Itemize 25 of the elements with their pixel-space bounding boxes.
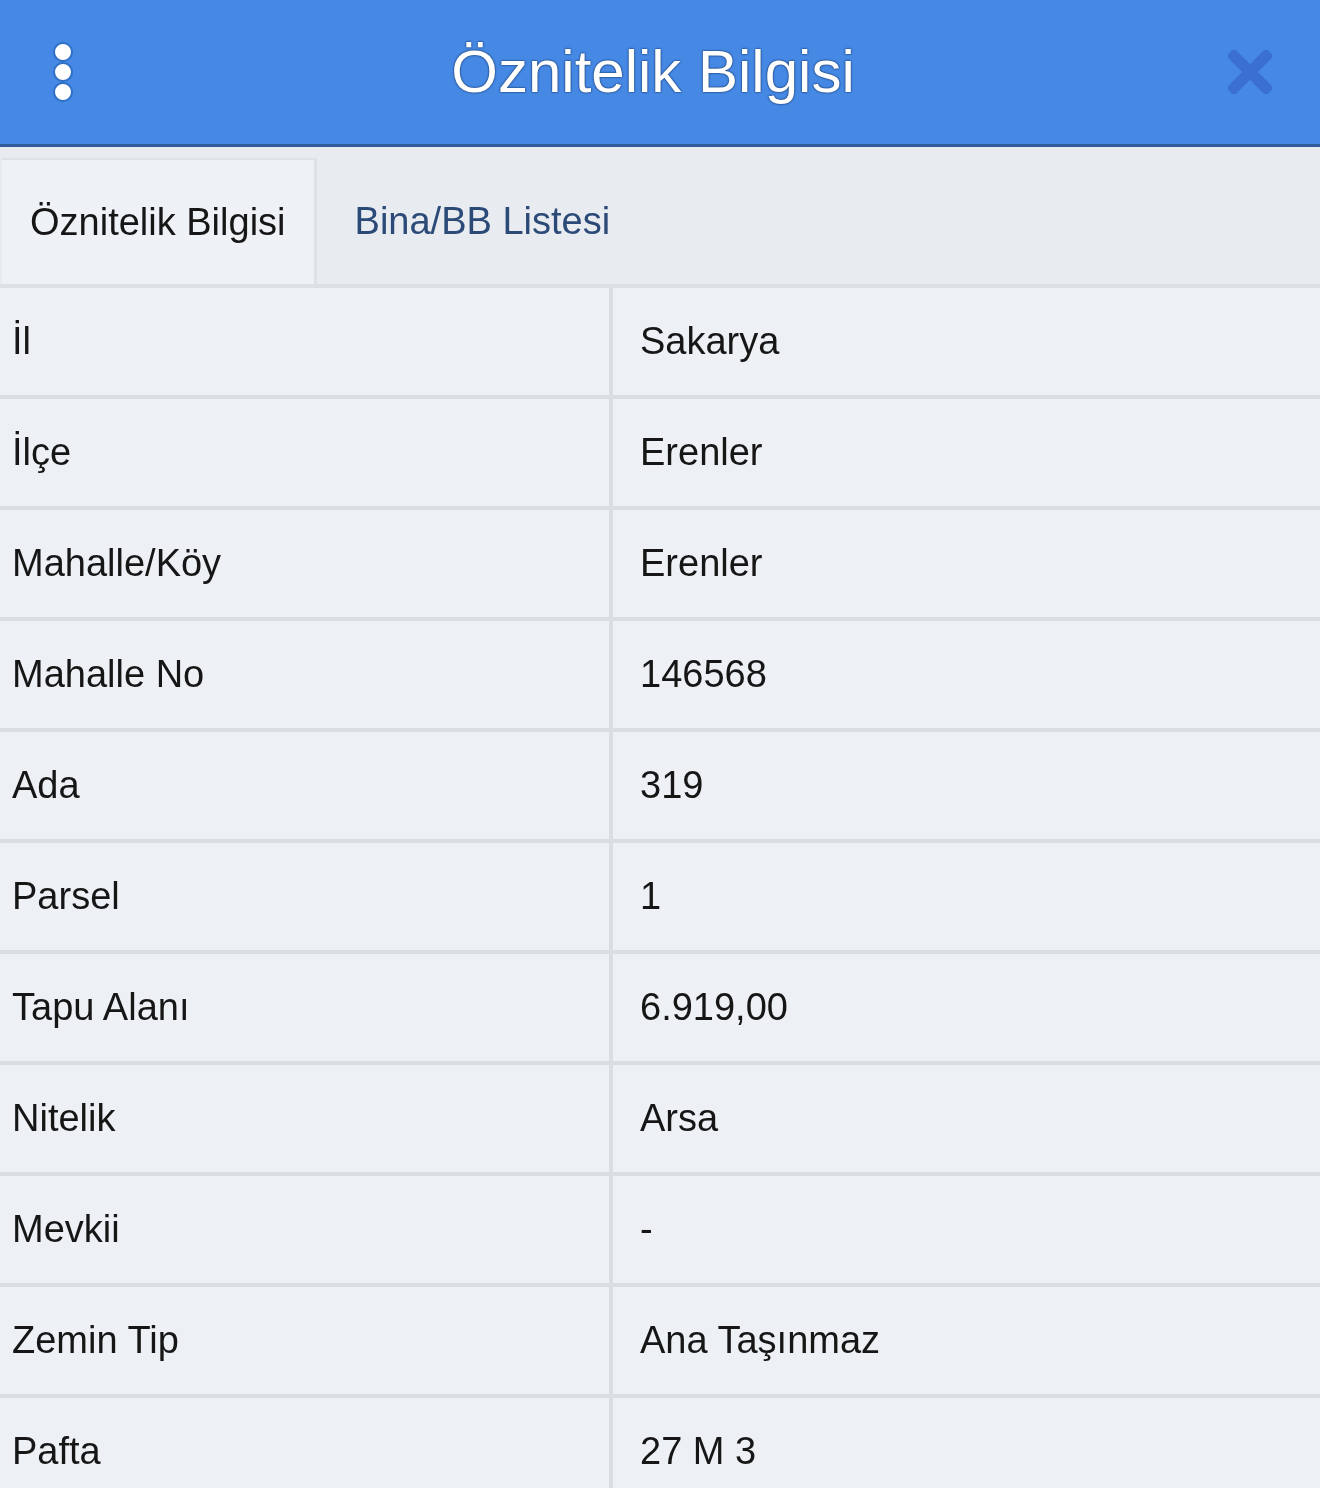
table-cell: 146568 [613, 621, 1320, 728]
table-cell: 1 [613, 843, 1320, 950]
table-cell: Ana Taşınmaz [613, 1287, 1320, 1394]
table-cell: Zemin Tip [0, 1287, 613, 1394]
window-title: Öznitelik Bilgisi [451, 37, 855, 107]
table-cell: Erenler [613, 399, 1320, 506]
table-cell: 319 [613, 732, 1320, 839]
tab[interactable]: Öznitelik Bilgisi [2, 158, 317, 284]
table-cell: Parsel [0, 843, 613, 950]
table-cell: Mahalle No [0, 621, 613, 728]
table-cell: Tapu Alanı [0, 954, 613, 1061]
table-cell: Sakarya [613, 288, 1320, 395]
table-cell: Mevkii [0, 1176, 613, 1283]
table-cell: 27 M 3 [613, 1398, 1320, 1488]
table-cell: İlçe [0, 399, 613, 506]
tab[interactable]: Bina/BB Listesi [316, 158, 649, 284]
table-cell: Nitelik [0, 1065, 613, 1172]
table-cell: İl [0, 288, 613, 395]
table-cell: Arsa [613, 1065, 1320, 1172]
table-cell: Ada [0, 732, 613, 839]
table-cell: Erenler [613, 510, 1320, 617]
table-cell: - [613, 1176, 1320, 1283]
table-cell: Mahalle/Köy [0, 510, 613, 617]
table-cell: Pafta [0, 1398, 613, 1488]
table-cell: 6.919,00 [613, 954, 1320, 1061]
